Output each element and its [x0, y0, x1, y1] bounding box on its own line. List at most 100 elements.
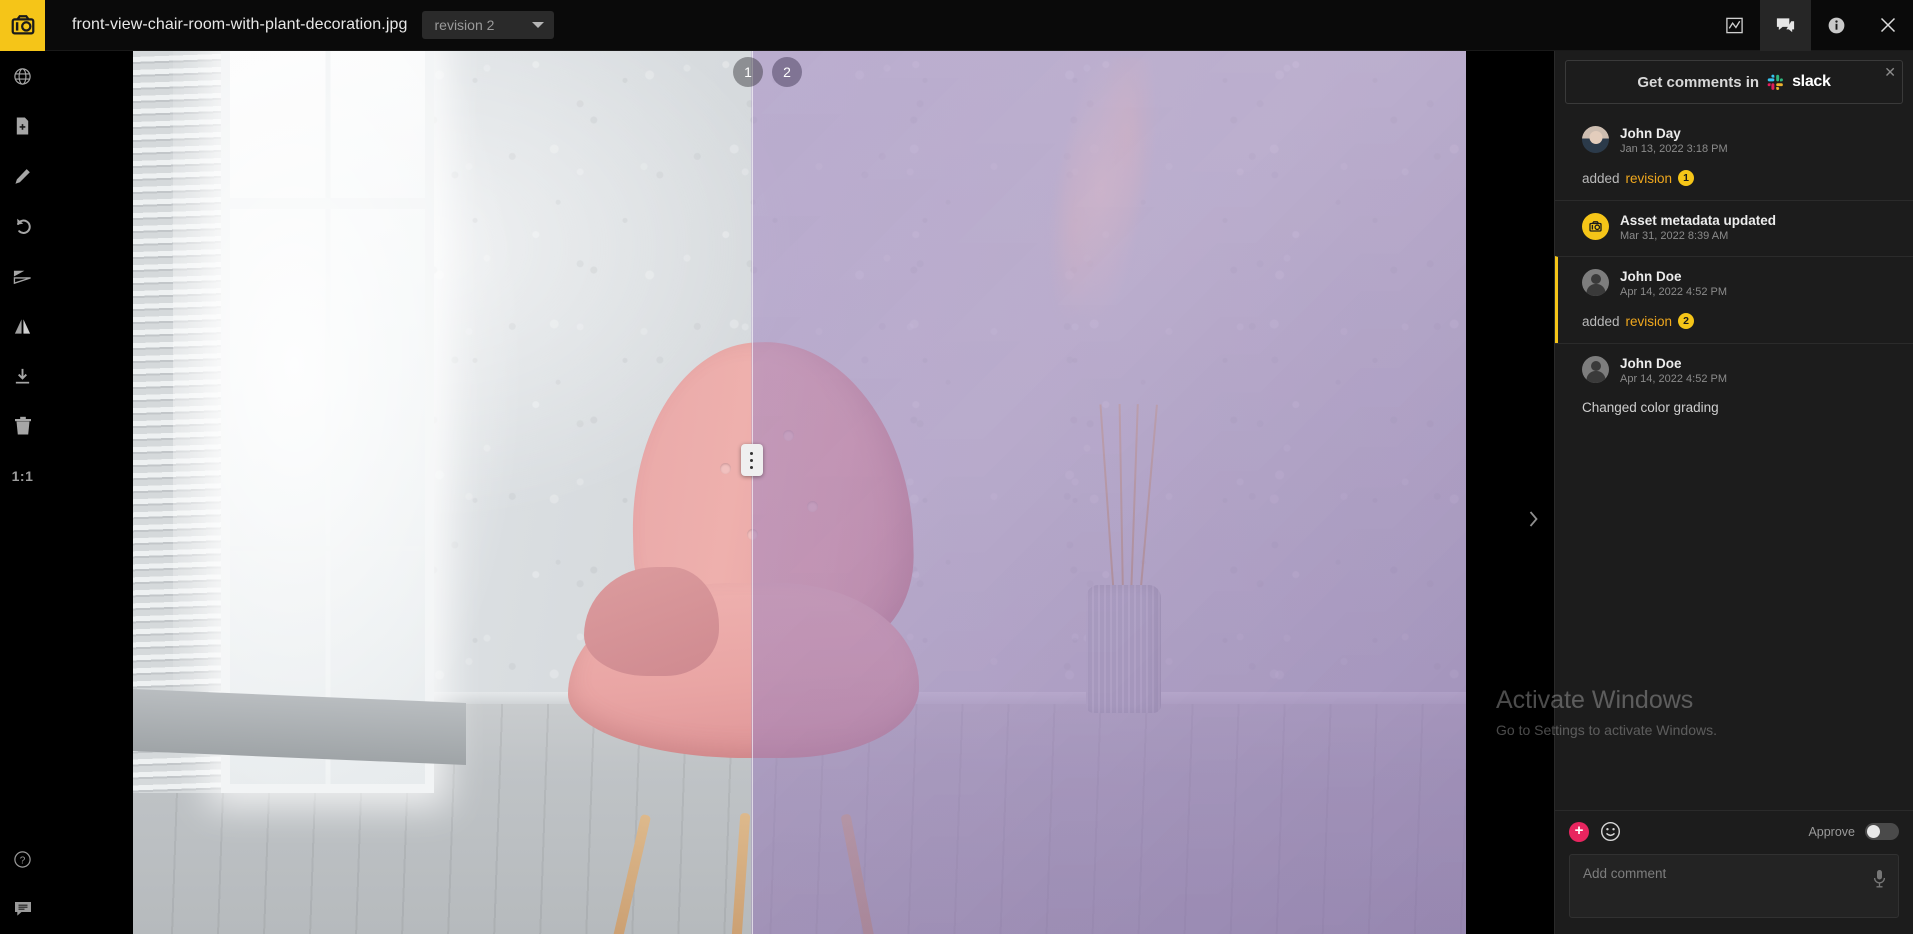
window-mullion-upper	[229, 198, 426, 210]
frameio-camera-logo-icon	[11, 15, 34, 35]
close-icon	[1880, 17, 1895, 33]
entry-body: added revision 1	[1582, 170, 1895, 186]
handle-dot	[750, 451, 753, 455]
download-icon	[15, 368, 30, 384]
activity-entry[interactable]: Asset metadata updated Mar 31, 2022 8:39…	[1555, 200, 1913, 256]
handle-dot	[750, 465, 753, 469]
entry-meta: John Doe Apr 14, 2022 4:52 PM	[1620, 356, 1727, 385]
zoom-ratio-button[interactable]: 1:1	[0, 451, 45, 501]
entry-header: John Doe Apr 14, 2022 4:52 PM	[1582, 356, 1895, 385]
top-bar: front-view-chair-room-with-plant-decorat…	[0, 0, 1913, 51]
entry-revision-number: 1	[1678, 170, 1695, 186]
feedback-button[interactable]	[0, 884, 45, 934]
comments-icon	[1776, 17, 1795, 32]
activity-entry-selected[interactable]: John Doe Apr 14, 2022 4:52 PM added revi…	[1555, 256, 1913, 343]
download-button[interactable]	[0, 351, 45, 401]
undo-button[interactable]	[0, 201, 45, 251]
entry-author: Asset metadata updated	[1620, 213, 1777, 228]
comments-button[interactable]	[1760, 0, 1811, 51]
chevron-down-icon	[531, 22, 544, 28]
entry-body: added revision 2	[1582, 313, 1895, 329]
entry-header: John Day Jan 13, 2022 3:18 PM	[1582, 126, 1895, 155]
close-button[interactable]	[1862, 0, 1913, 51]
feedback-icon	[14, 902, 31, 916]
slack-banner-close-icon[interactable]: ✕	[1884, 65, 1896, 79]
handle-dot	[750, 458, 753, 462]
slack-promo-banner[interactable]: Get comments in slack ✕	[1565, 60, 1903, 104]
file-name-label: front-view-chair-room-with-plant-decorat…	[72, 16, 408, 33]
compare-button[interactable]	[0, 301, 45, 351]
version-stacks-button[interactable]	[1709, 0, 1760, 51]
annotate-pencil-button[interactable]	[0, 151, 45, 201]
avatar	[1582, 213, 1609, 240]
compare-slider-handle[interactable]	[740, 444, 763, 476]
slack-icon	[1767, 74, 1784, 90]
entry-revision-link[interactable]: revision	[1626, 314, 1673, 329]
svg-text:?: ?	[20, 855, 26, 866]
revision-selector-value: revision 2	[434, 17, 495, 33]
delete-button[interactable]	[0, 401, 45, 451]
add-page-button[interactable]	[0, 101, 45, 151]
entry-revision-link[interactable]: revision	[1626, 171, 1673, 186]
info-icon	[1828, 17, 1845, 33]
entry-revision-number: 2	[1678, 313, 1695, 329]
composer-toolbar: + Approve	[1569, 821, 1899, 842]
entry-timestamp: Apr 14, 2022 4:52 PM	[1620, 286, 1728, 298]
entry-author: John Day	[1620, 126, 1681, 141]
revision-selector[interactable]: revision 2	[421, 11, 554, 39]
approve-control: Approve	[1808, 823, 1899, 840]
entry-timestamp: Mar 31, 2022 8:39 AM	[1620, 230, 1729, 242]
app-logo[interactable]	[0, 0, 45, 51]
window	[220, 51, 435, 793]
asset-image[interactable]: 1 2	[133, 51, 1466, 934]
entry-header: John Doe Apr 14, 2022 4:52 PM	[1582, 269, 1895, 298]
info-button[interactable]	[1811, 0, 1862, 51]
globe-icon	[14, 67, 31, 85]
chevron-right-icon	[1529, 511, 1538, 527]
window-mullion-lower	[229, 546, 426, 552]
left-toolbar: 1:1 ?	[0, 51, 45, 934]
comment-text: Changed color grading	[1582, 400, 1719, 415]
add-page-icon	[16, 117, 29, 135]
window-mullion-vertical	[325, 51, 331, 784]
entry-header: Asset metadata updated Mar 31, 2022 8:39…	[1582, 213, 1895, 242]
activity-entry[interactable]: John Day Jan 13, 2022 3:18 PM added revi…	[1555, 114, 1913, 200]
entry-body: Changed color grading	[1582, 400, 1895, 415]
comment-input-placeholder: Add comment	[1583, 866, 1667, 881]
pencil-icon	[15, 168, 30, 184]
add-attachment-button[interactable]: +	[1569, 821, 1589, 842]
entry-author: John Doe	[1620, 269, 1682, 284]
microphone-icon[interactable]	[1873, 869, 1886, 888]
chair-tuft	[719, 462, 731, 474]
top-bar-actions	[1709, 0, 1913, 51]
entry-meta: John Doe Apr 14, 2022 4:52 PM	[1620, 269, 1727, 298]
compare-badge-2[interactable]: 2	[772, 57, 802, 87]
share-globe-button[interactable]	[0, 51, 45, 101]
panel-toggle-button[interactable]	[1520, 506, 1546, 532]
entry-timestamp: Jan 13, 2022 3:18 PM	[1620, 143, 1728, 155]
emoji-smiley-icon[interactable]	[1600, 821, 1621, 842]
avatar	[1582, 269, 1609, 296]
approve-toggle[interactable]	[1865, 823, 1899, 840]
activity-entry[interactable]: John Doe Apr 14, 2022 4:52 PM Changed co…	[1555, 343, 1913, 429]
entry-timestamp: Apr 14, 2022 4:52 PM	[1620, 373, 1728, 385]
entry-author: John Doe	[1620, 356, 1682, 371]
loop-button[interactable]	[0, 251, 45, 301]
compare-badge-1[interactable]: 1	[733, 57, 763, 87]
help-icon: ?	[14, 850, 31, 868]
activity-feed[interactable]: John Day Jan 13, 2022 3:18 PM added revi…	[1555, 104, 1913, 810]
chair-arm	[583, 566, 720, 677]
slack-banner-text: Get comments in	[1637, 73, 1760, 91]
compare-icon	[14, 318, 31, 334]
compare-badges: 1 2	[133, 57, 1466, 97]
help-button[interactable]: ?	[0, 834, 45, 884]
app-root: front-view-chair-room-with-plant-decorat…	[0, 0, 1913, 934]
loop-icon	[13, 270, 31, 284]
image-viewer-stage: 1 2	[45, 51, 1554, 934]
approve-label: Approve	[1808, 824, 1855, 839]
entry-meta: Asset metadata updated Mar 31, 2022 8:39…	[1620, 213, 1776, 242]
comment-input[interactable]: Add comment	[1569, 854, 1899, 918]
comments-panel: Get comments in slack ✕ John Day Jan 13,…	[1554, 51, 1913, 934]
avatar	[1582, 356, 1609, 383]
slack-wordmark: slack	[1792, 73, 1831, 90]
